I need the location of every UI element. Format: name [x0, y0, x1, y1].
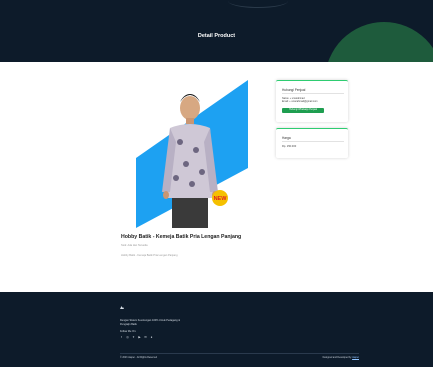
- divider: [282, 141, 344, 142]
- header-blob-decoration: [325, 22, 433, 62]
- header-decoration: [228, 0, 288, 8]
- divider: [282, 93, 344, 94]
- product-title: Hobby Batik - Kemeja Batik Pria Lengan P…: [121, 234, 242, 240]
- footer: Dengan Sistem Keuntungan 100% Untuk Peda…: [0, 292, 433, 367]
- footer-description-line2: Pengrajin Batik: [120, 323, 137, 326]
- designed-prefix: Designed and Developed by: [322, 357, 353, 359]
- price-value: Rp. 150.000: [282, 145, 297, 148]
- whatsapp-contact-button[interactable]: Hubungi Whatsapp Penjual: [282, 108, 324, 113]
- seller-card-title: Hubungi Penjual: [282, 88, 306, 92]
- header: Detail Product: [0, 0, 433, 62]
- footer-divider: [120, 353, 359, 354]
- page: Detail Product NEW Hobby Batik - Kemeja …: [0, 0, 433, 367]
- product-description: Hobby Batik - Kemeja Batik Pria Lengan P…: [121, 254, 178, 257]
- instagram-icon[interactable]: ◎: [126, 336, 129, 339]
- social-links: f ◎ ✦ ▶ ✉ ●: [120, 336, 153, 339]
- facebook-icon[interactable]: f: [120, 336, 123, 339]
- whatsapp-icon[interactable]: ●: [150, 336, 153, 339]
- seller-email: Email: + umarahmad@gmail.com: [282, 100, 318, 103]
- twitter-icon[interactable]: ✦: [132, 336, 135, 339]
- new-badge: NEW: [214, 196, 228, 202]
- seller-card: Hubungi Penjual Nama: + umarahmad Email:…: [276, 80, 348, 122]
- product-stock: Stok: Ada dan Tersedia: [121, 244, 148, 247]
- follow-label: Follow Me On:: [120, 330, 137, 333]
- youtube-icon[interactable]: ▶: [138, 336, 141, 339]
- page-title: Detail Product: [197, 33, 236, 39]
- footer-description-line1: Dengan Sistem Keuntungan 100% Untuk Peda…: [120, 319, 181, 322]
- designed-by: Designed and Developed by Jasper: [323, 357, 359, 359]
- product-image: NEW: [136, 80, 248, 228]
- logo-icon[interactable]: [120, 306, 124, 309]
- email-icon[interactable]: ✉: [144, 336, 147, 339]
- designer-link[interactable]: Jasper: [352, 357, 359, 359]
- price-card-title: Harga: [282, 136, 291, 140]
- price-card: Harga Rp. 150.000: [276, 128, 348, 158]
- copyright-text: © 2023 Jasper - All Rights Reserved: [120, 357, 158, 359]
